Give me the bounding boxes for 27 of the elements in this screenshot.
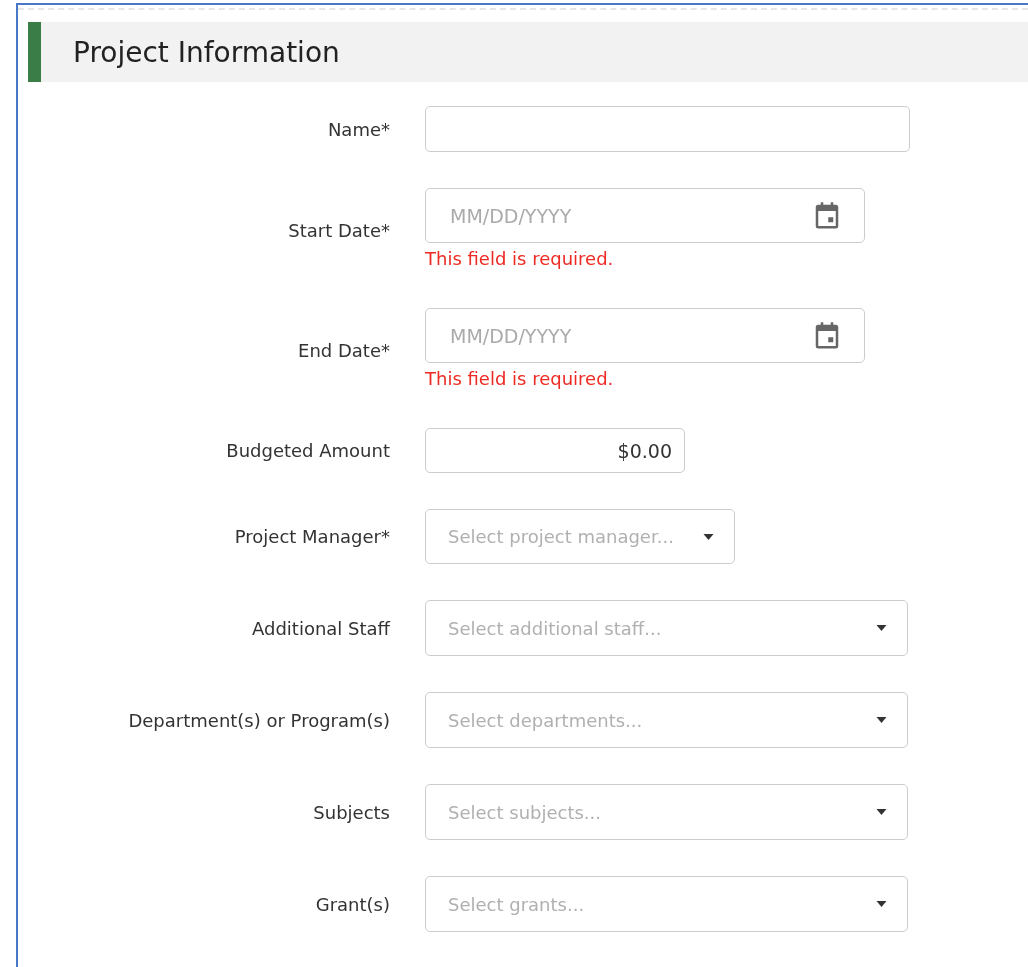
field-label: Project Manager* <box>233 526 390 547</box>
field-label: End Date* <box>297 339 390 361</box>
select-dropdown[interactable]: Select subjects... <box>425 784 908 840</box>
amount-field[interactable]: $0.00 <box>425 428 685 473</box>
accent-bar <box>28 22 41 82</box>
field-label: Grant(s) <box>314 893 390 915</box>
field-label: Start Date* <box>287 219 390 241</box>
caret-icon <box>876 901 887 907</box>
error-message: This field is required. <box>425 367 614 391</box>
caret-icon <box>876 717 887 723</box>
field-label: Additional Staff <box>251 617 390 639</box>
caret-icon <box>876 809 887 815</box>
date-field[interactable]: MM/DD/YYYY <box>425 308 865 363</box>
caret-icon <box>703 533 714 540</box>
caret-icon <box>876 625 887 631</box>
field-label: Subjects <box>312 801 390 823</box>
field-label: Budgeted Amount <box>225 440 390 461</box>
select-dropdown[interactable]: Select grants... <box>425 876 908 932</box>
input-field[interactable] <box>425 106 910 152</box>
select-dropdown[interactable]: Select departments... <box>425 692 908 748</box>
field-label: Name* <box>326 118 390 140</box>
field-label: Department(s) or Program(s) <box>127 709 390 731</box>
select-dropdown[interactable]: Select project manager... <box>425 509 735 564</box>
section-title: Project Information <box>73 35 340 69</box>
select-dropdown[interactable]: Select additional staff... <box>425 600 908 656</box>
date-field[interactable]: MM/DD/YYYY <box>425 188 865 243</box>
error-message: This field is required. <box>425 247 614 271</box>
